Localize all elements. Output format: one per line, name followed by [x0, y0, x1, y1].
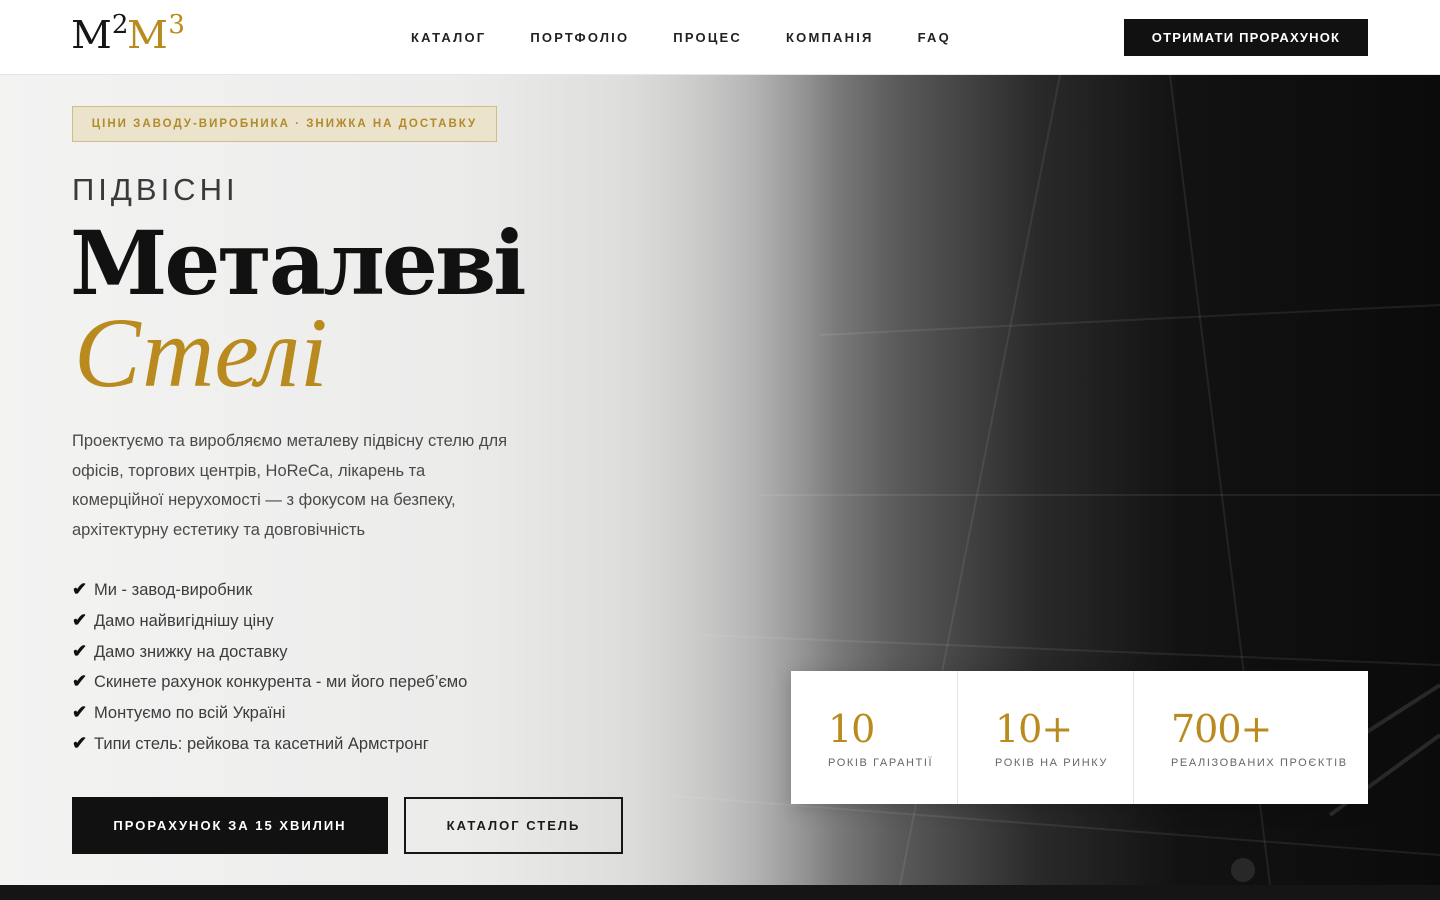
check-icon: ✔	[72, 579, 88, 599]
main-nav: КАТАЛОГ ПОРТФОЛІО ПРОЦЕС КОМПАНІЯ FAQ	[411, 30, 995, 45]
feature-text: Дамо найвигіднішу ціну	[94, 611, 274, 630]
feature-list: ✔ Ми - завод-виробник ✔ Дамо найвигіднішу …	[72, 575, 467, 760]
nav-portfolio[interactable]: ПОРТФОЛІО	[530, 30, 629, 45]
hero-kicker: ПІДВІСНІ	[72, 172, 239, 207]
check-icon: ✔	[72, 732, 88, 753]
hero-title-accent: Стелі	[74, 297, 328, 408]
hero-description: Проектуємо та виробляємо металеву підвіс…	[72, 432, 508, 539]
ceiling-catalog-button[interactable]: КАТАЛОГ СТЕЛЬ	[404, 797, 623, 854]
feature-text: Ми - завод-виробник	[94, 581, 253, 599]
logo-sup-1: 2	[111, 10, 129, 40]
feature-text: Типи стель: рейкова та касетний Армстрон…	[94, 734, 429, 753]
list-item: ✔ Дамо знижку на доставку	[72, 637, 467, 668]
stat-projects: 700+ РЕАЛІЗОВАНИХ ПРОЄКТІВ	[1134, 671, 1368, 804]
feature-text: Скинете рахунок конкурента - ми його пер…	[94, 673, 468, 692]
site-header: M2M3 КАТАЛОГ ПОРТФОЛІО ПРОЦЕС КОМПАНІЯ F…	[0, 0, 1440, 75]
stat-value: 10	[828, 707, 875, 751]
nav-process[interactable]: ПРОЦЕС	[673, 30, 742, 45]
check-icon: ✔	[72, 609, 88, 630]
feature-text: Монтуємо по всій Україні	[94, 704, 286, 723]
logo-letter-1: M	[71, 13, 112, 57]
nav-catalog[interactable]: КАТАЛОГ	[411, 30, 486, 45]
nav-faq[interactable]: FAQ	[918, 30, 951, 45]
stat-value: 700+	[1171, 707, 1272, 751]
check-icon: ✔	[72, 671, 88, 692]
feature-text: Дамо знижку на доставку	[94, 642, 288, 661]
stat-label: РОКІВ НА РИНКУ	[995, 757, 1108, 769]
nav-company[interactable]: КОМПАНІЯ	[786, 30, 874, 45]
next-section-edge	[0, 885, 1440, 900]
list-item: ✔ Монтуємо по всій Україні	[72, 698, 467, 729]
get-quote-button[interactable]: ОТРИМАТИ ПРОРАХУНОК	[1124, 19, 1368, 56]
list-item: ✔ Дамо найвигіднішу ціну	[72, 606, 467, 637]
check-icon: ✔	[72, 640, 88, 661]
stat-label: РОКІВ ГАРАНТІЇ	[828, 757, 934, 769]
logo-letter-2: M	[127, 13, 169, 57]
list-item: ✔ Скинете рахунок конкурента - ми його пе…	[72, 667, 467, 698]
logo-sup-2: 3	[168, 10, 185, 40]
hero-section: ЦІНИ ЗАВОДУ-ВИРОБНИКА · ЗНИЖКА НА ДОСТАВ…	[0, 75, 1440, 885]
list-item: ✔ Типи стель: рейкова та касетний Армстро…	[72, 729, 467, 760]
check-icon: ✔	[72, 702, 88, 723]
list-item: ✔ Ми - завод-виробник	[72, 575, 467, 606]
calculate-quote-button[interactable]: ПРОРАХУНОК ЗА 15 ХВИЛИН	[72, 797, 388, 854]
stat-market-years: 10+ РОКІВ НА РИНКУ	[958, 671, 1134, 804]
logo[interactable]: M2M3	[71, 10, 185, 58]
stat-value: 10+	[995, 707, 1073, 751]
promo-badge: ЦІНИ ЗАВОДУ-ВИРОБНИКА · ЗНИЖКА НА ДОСТАВ…	[72, 106, 497, 142]
stats-panel: 10 РОКІВ ГАРАНТІЇ 10+ РОКІВ НА РИНКУ 700…	[791, 671, 1368, 804]
stat-label: РЕАЛІЗОВАНИХ ПРОЄКТІВ	[1171, 757, 1348, 769]
stat-warranty: 10 РОКІВ ГАРАНТІЇ	[791, 671, 958, 804]
